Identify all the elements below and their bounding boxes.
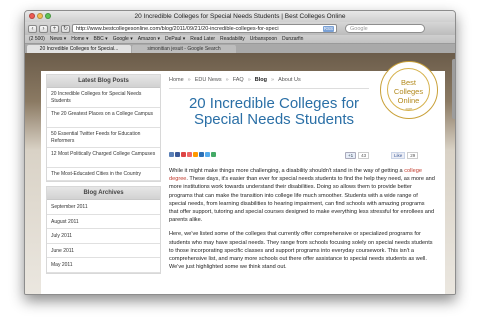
stumbleupon-icon[interactable] — [187, 152, 192, 157]
archive-link[interactable]: June 2011 — [47, 243, 160, 258]
title-bar: 20 Incredible Colleges for Special Needs… — [25, 11, 455, 22]
main-column: Home » EDU News » FAQ » Blog » About Us … — [169, 61, 441, 270]
plus-one-widget: +1 43 — [345, 152, 370, 159]
archive-link[interactable]: May 2011 — [47, 258, 160, 273]
tab-google-search[interactable]: simonitian jesuit - Google Search — [132, 45, 236, 53]
fb-like-count: 29 — [407, 152, 419, 159]
search-input[interactable]: Google — [345, 24, 425, 33]
rss-button[interactable]: RSS — [322, 26, 334, 32]
sidebar-post-link[interactable]: 12 Most Politically Charged College Camp… — [47, 148, 160, 168]
paragraph-text: While it might make things more challeng… — [169, 168, 405, 174]
archive-link[interactable]: September 2011 — [47, 200, 160, 215]
bookmark-item[interactable]: Readability — [220, 36, 245, 42]
nav-blog[interactable]: Blog — [255, 77, 267, 83]
bookmark-item[interactable]: Urbanspoon — [250, 36, 277, 42]
share-icons — [169, 152, 216, 157]
article-body: While it might make things more challeng… — [169, 167, 435, 277]
bookmark-add-button[interactable]: + — [50, 24, 59, 33]
bookmarks-bar: (2 500) News ▾ Home ▾ BBC ▾ Google ▾ Ama… — [25, 35, 455, 44]
nav-about[interactable]: About Us — [278, 77, 301, 83]
sidebar-post-link[interactable]: The Most-Educated Cities in the Country — [47, 168, 160, 181]
tab-active[interactable]: 20 Incredible Colleges for Special... — [27, 45, 131, 53]
nav-edu-news[interactable]: EDU News — [195, 77, 222, 83]
archives-box: Blog Archives September 2011 August 2011… — [46, 186, 161, 274]
digg-icon[interactable] — [181, 152, 186, 157]
logo-text: Colleges Online — [393, 87, 424, 105]
breadcrumb-separator: » — [225, 77, 229, 83]
fb-like-button[interactable]: Like — [391, 152, 406, 159]
bookmark-item[interactable]: (2 500) — [29, 36, 45, 42]
sidebar-post-link[interactable]: The 20 Greatest Places on a College Camp… — [47, 108, 160, 128]
laurel-icon: Best Colleges Online .com — [387, 68, 430, 111]
latest-posts-box: Latest Blog Posts 20 Incredible Colleges… — [46, 74, 161, 182]
sidebar: Latest Blog Posts 20 Incredible Colleges… — [46, 74, 161, 274]
url-text: http://www.bestcollegesonline.com/blog/2… — [76, 26, 279, 32]
bookmark-item[interactable]: Amazon ▾ — [138, 36, 160, 42]
bookmark-item[interactable]: Dunzarfin — [282, 36, 303, 42]
bookmark-item[interactable]: DePaul ▾ — [165, 36, 185, 42]
facebook-icon[interactable] — [175, 152, 180, 157]
archives-heading: Blog Archives — [47, 187, 160, 200]
plus-one-count: 43 — [358, 152, 370, 159]
browser-window: 20 Incredible Colleges for Special Needs… — [24, 10, 456, 295]
article-paragraph: Here, we've listed some of the colleges … — [169, 231, 433, 271]
zoom-window-button[interactable] — [45, 13, 51, 19]
sidebar-post-link[interactable]: 20 Incredible Colleges for Special Needs… — [47, 88, 160, 108]
sidebar-post-link[interactable]: 50 Essential Twitter Feeds for Education… — [47, 128, 160, 148]
twitter-icon[interactable] — [205, 152, 210, 157]
nav-home[interactable]: Home — [169, 77, 184, 83]
archive-link[interactable]: July 2011 — [47, 229, 160, 244]
close-window-button[interactable] — [29, 13, 35, 19]
web-content: Latest Blog Posts 20 Incredible Colleges… — [25, 53, 455, 294]
reddit-icon[interactable] — [199, 152, 204, 157]
bookmark-item[interactable]: BBC ▾ — [94, 36, 108, 42]
search-placeholder: Google — [350, 26, 368, 32]
site-logo[interactable]: Best Colleges Online .com — [380, 61, 438, 119]
back-button[interactable]: ‹ — [28, 24, 37, 33]
breadcrumb-separator: » — [247, 77, 251, 83]
bookmark-item[interactable]: Google ▾ — [113, 36, 133, 42]
minimize-window-button[interactable] — [37, 13, 43, 19]
page-container: Latest Blog Posts 20 Incredible Colleges… — [41, 61, 445, 294]
browser-toolbar: ‹ › + ↻ http://www.bestcollegesonline.co… — [25, 22, 455, 35]
reload-button[interactable]: ↻ — [61, 24, 70, 33]
bookmark-item[interactable]: Home ▾ — [71, 36, 88, 42]
plus-one-button[interactable]: +1 — [345, 152, 357, 159]
fb-like-widget: Like 29 — [391, 152, 419, 159]
bookmark-item[interactable]: News ▾ — [50, 36, 66, 42]
email-icon[interactable] — [211, 152, 216, 157]
scrollbar[interactable] — [452, 55, 455, 293]
paragraph-text: . These days, it's easier than ever for … — [169, 176, 435, 224]
window-title: 20 Incredible Colleges for Special Needs… — [134, 13, 346, 20]
share-bar: +1 43 Like 29 — [169, 152, 439, 162]
divider — [169, 88, 369, 89]
rss-icon[interactable] — [193, 152, 198, 157]
address-bar[interactable]: http://www.bestcollegesonline.com/blog/2… — [72, 24, 337, 33]
forward-button[interactable]: › — [39, 24, 48, 33]
logo-text: Best — [400, 78, 416, 87]
window-controls — [29, 13, 51, 19]
delicious-icon[interactable] — [169, 152, 174, 157]
article-title: 20 Incredible Colleges for Special Needs… — [188, 94, 360, 128]
scrollbar-thumb[interactable] — [452, 59, 455, 119]
archive-link[interactable]: August 2011 — [47, 214, 160, 229]
nav-faq[interactable]: FAQ — [233, 77, 244, 83]
logo-text: .com — [404, 107, 413, 111]
tab-bar: 20 Incredible Colleges for Special... si… — [25, 44, 455, 53]
breadcrumb-separator: » — [187, 77, 191, 83]
bookmark-item[interactable]: Read Later — [190, 36, 215, 42]
breadcrumb-separator: » — [271, 77, 275, 83]
article-paragraph: While it might make things more challeng… — [169, 167, 435, 224]
latest-posts-heading: Latest Blog Posts — [47, 75, 160, 88]
